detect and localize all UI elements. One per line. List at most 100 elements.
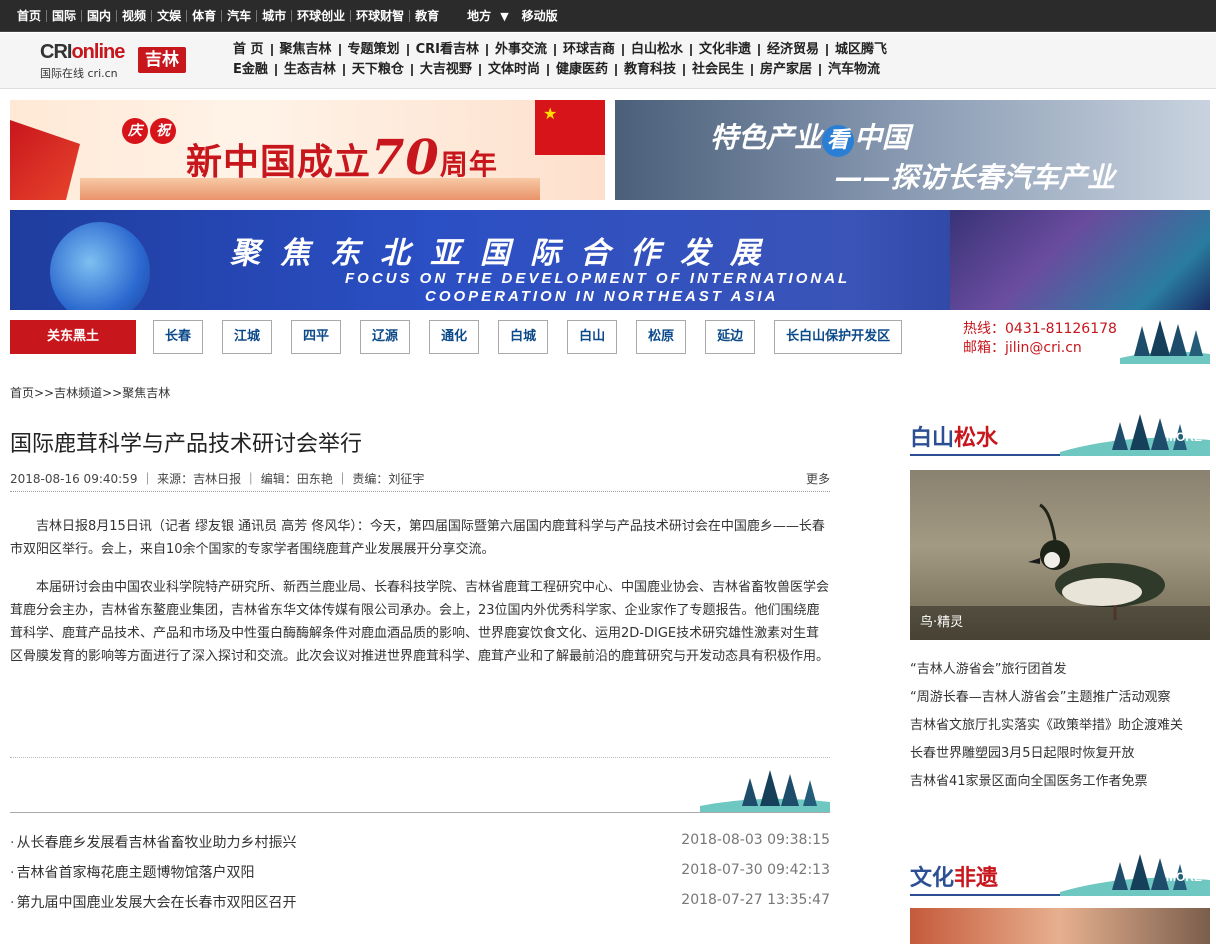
banner-70th-anniversary[interactable]: 庆 祝 新中国成立70周年 (10, 100, 605, 200)
topnav-video[interactable]: 视频 (116, 10, 151, 22)
sidebar-title-b: 非遗 (954, 866, 999, 891)
topnav-sports[interactable]: 体育 (186, 10, 221, 22)
forest-decoration-icon (700, 770, 830, 812)
city-changbaishan[interactable]: 长白山保护开发区 (774, 320, 903, 354)
lapwing-bird-image (1028, 503, 1165, 620)
top-nav-bar: 首页 国际 国内 视频 文娱 体育 汽车 城市 环球创业 环球财智 教育 地方 … (0, 0, 1216, 32)
city-tonghua[interactable]: 通化 (429, 320, 480, 354)
topnav-international[interactable]: 国际 (46, 10, 81, 22)
sidebar-section-culture-heritage: 文化非遗 MORE (910, 852, 1210, 896)
sidebar-title-a: 白山 (910, 426, 955, 451)
city-siping[interactable]: 四平 (291, 320, 342, 354)
topnav-city[interactable]: 城市 (256, 10, 291, 22)
hotline: 热线：0431-81126178 (963, 321, 1117, 337)
nav-culture-heritage[interactable]: 文化非遗 (690, 43, 758, 56)
top-nav-items: 首页 国际 国内 视频 文娱 体育 汽车 城市 环球创业 环球财智 教育 地方 … (12, 0, 563, 32)
nav-health[interactable]: 健康医药 (546, 63, 615, 76)
article-meta-text: 2018-08-16 09:40:59 ｜ 来源：吉林日报 ｜ 编辑：田东艳 ｜… (10, 472, 425, 486)
topnav-domestic[interactable]: 国内 (81, 10, 116, 22)
list-item[interactable]: · 吉林省首家梅花鹿主题博物馆落户双阳 2018-07-30 09:42:13 (10, 862, 830, 892)
sidebar-section-title: 白山松水 (910, 420, 998, 452)
breadcrumb[interactable]: 首页>>吉林频道>>聚焦吉林 (10, 384, 170, 401)
nav-society[interactable]: 社会民生 (682, 63, 751, 76)
sidebar-more-button[interactable]: MORE (1166, 430, 1202, 444)
banner-auto-title-b: 中国 (854, 121, 911, 154)
banner-70th-suffix: 周年 (439, 148, 498, 181)
email: 邮箱：jilin@cri.cn (963, 340, 1082, 356)
nav-granary[interactable]: 天下粮仓 (342, 63, 411, 76)
related-time: 2018-07-27 13:35:47 (681, 892, 830, 908)
city-changchun[interactable]: 长春 (153, 320, 204, 354)
celebrate-badges: 庆 祝 (122, 118, 176, 144)
city-yanbian[interactable]: 延边 (705, 320, 756, 354)
nav-baishan-songshui[interactable]: 白山松水 (621, 43, 690, 56)
nav-districts[interactable]: 城区腾飞 (826, 43, 894, 56)
kan-icon: 看 (822, 125, 855, 157)
related-time: 2018-08-03 09:38:15 (681, 832, 830, 848)
city-jiangcheng[interactable]: 江城 (222, 320, 273, 354)
nav-focus-jilin[interactable]: 聚焦吉林 (270, 43, 339, 56)
banner-70th-number: 70 (371, 130, 440, 186)
banner-northeast-asia[interactable]: 聚焦东北亚国际合作发展 FOCUS ON THE DEVELOPMENT OF … (10, 210, 1210, 310)
sidebar-more-button[interactable]: MORE (1166, 870, 1202, 884)
nav-eco-jilin[interactable]: 生态吉林 (274, 63, 343, 76)
list-item[interactable]: “周游长春—吉林人游省会”主题推广活动观察 (910, 684, 1210, 712)
city-baishan[interactable]: 白山 (567, 320, 618, 354)
topnav-mobile[interactable]: 移动版 (517, 10, 563, 22)
topnav-startup[interactable]: 环球创业 (291, 10, 350, 22)
nav-daji-vision[interactable]: 大吉视野 (410, 63, 479, 76)
list-item[interactable]: 长春世界雕塑园3月5日起限时恢复开放 (910, 740, 1210, 768)
nav-e-finance[interactable]: E金融 (226, 63, 275, 76)
topnav-home[interactable]: 首页 (12, 10, 46, 22)
sidebar-news-list: “吉林人游省会”旅行团首发 “周游长春—吉林人游省会”主题推广活动观察 吉林省文… (910, 656, 1210, 796)
city-baicheng[interactable]: 白城 (498, 320, 549, 354)
nav-global-merchants[interactable]: 环球吉商 (553, 43, 622, 56)
city-bar: 关东黑土 长春 江城 四平 辽源 通化 白城 白山 松原 延边 长白山保护开发区… (10, 318, 1210, 364)
more-link[interactable]: 更多 (806, 470, 830, 487)
site-logo[interactable]: CRIonline 国际在线 cri.cn 吉林 (40, 41, 190, 81)
sidebar-section-title: 文化非遗 (910, 860, 998, 892)
guandong-heitu-button[interactable]: 关东黑土 (10, 320, 136, 354)
banner-auto-industry[interactable]: 特色产业看中国 ——探访长春汽车产业 (615, 100, 1210, 200)
topnav-finance[interactable]: 环球财智 (350, 10, 409, 22)
list-item[interactable]: · 第九届中国鹿业发展大会在长春市双阳区召开 2018-07-27 13:35:4… (10, 892, 830, 922)
list-item[interactable]: 吉林省文旅厅扎实落实《政策举措》助企渡难关 (910, 712, 1210, 740)
banner-70th-title: 新中国成立70周年 (186, 130, 498, 186)
nav-real-estate[interactable]: 房产家居 (751, 63, 819, 76)
nav-edu-tech[interactable]: 教育科技 (614, 63, 683, 76)
related-title[interactable]: 第九届中国鹿业发展大会在长春市双阳区召开 (16, 895, 296, 911)
sidebar-section-header: 白山松水 MORE (910, 412, 1210, 456)
list-item[interactable]: · 从长春鹿乡发展看吉林省畜牧业助力乡村振兴 2018-08-03 09:38:1… (10, 832, 830, 862)
topnav-auto[interactable]: 汽车 (221, 10, 256, 22)
banner-auto-title: 特色产业看中国 (710, 116, 910, 157)
city-liaoyuan[interactable]: 辽源 (360, 320, 411, 354)
nav-special[interactable]: 专题策划 (338, 43, 407, 56)
nav-cri-jilin[interactable]: CRI看吉林 (406, 43, 486, 56)
main-nav: 首 页 聚焦吉林 专题策划 CRI看吉林 外事交流 环球吉商 白山松水 文化非遗… (226, 40, 986, 80)
region-dropdown-icon[interactable]: ▼ (496, 10, 516, 23)
city-links: 长春 江城 四平 辽源 通化 白城 白山 松原 延边 长白山保护开发区 (153, 320, 903, 354)
nav-home[interactable]: 首 页 (226, 43, 271, 56)
logo-city-badge: 吉林 (138, 47, 186, 73)
nav-auto-logistics[interactable]: 汽车物流 (819, 63, 887, 76)
related-title[interactable]: 从长春鹿乡发展看吉林省畜牧业助力乡村振兴 (16, 835, 296, 851)
topnav-entertainment[interactable]: 文娱 (151, 10, 186, 22)
topnav-education[interactable]: 教育 (409, 10, 444, 22)
badge-zhu: 祝 (150, 118, 176, 144)
city-songyuan[interactable]: 松原 (636, 320, 687, 354)
forest-decoration-icon (1120, 320, 1210, 364)
article-title: 国际鹿茸科学与产品技术研讨会举行 (10, 432, 363, 457)
list-item[interactable]: “吉林人游省会”旅行团首发 (910, 656, 1210, 684)
list-item[interactable]: 吉林省41家景区面向全国医务工作者免票 (910, 768, 1210, 796)
topnav-region[interactable]: 地方 (462, 10, 496, 22)
related-title[interactable]: 吉林省首家梅花鹿主题博物馆落户双阳 (16, 865, 254, 881)
nav-sports-fashion[interactable]: 文体时尚 (478, 63, 547, 76)
swirl-decoration (950, 210, 1210, 310)
logo-cri: CRIonline (40, 41, 125, 64)
sidebar-title-a: 文化 (910, 866, 955, 891)
nav-foreign-affairs[interactable]: 外事交流 (485, 43, 554, 56)
sidebar-featured-photo[interactable]: 鸟·精灵 (910, 470, 1210, 640)
sidebar-featured-photo-2[interactable] (910, 908, 1210, 944)
banner-70th-main: 新中国成立 (186, 141, 372, 183)
nav-trade[interactable]: 经济贸易 (758, 43, 826, 56)
